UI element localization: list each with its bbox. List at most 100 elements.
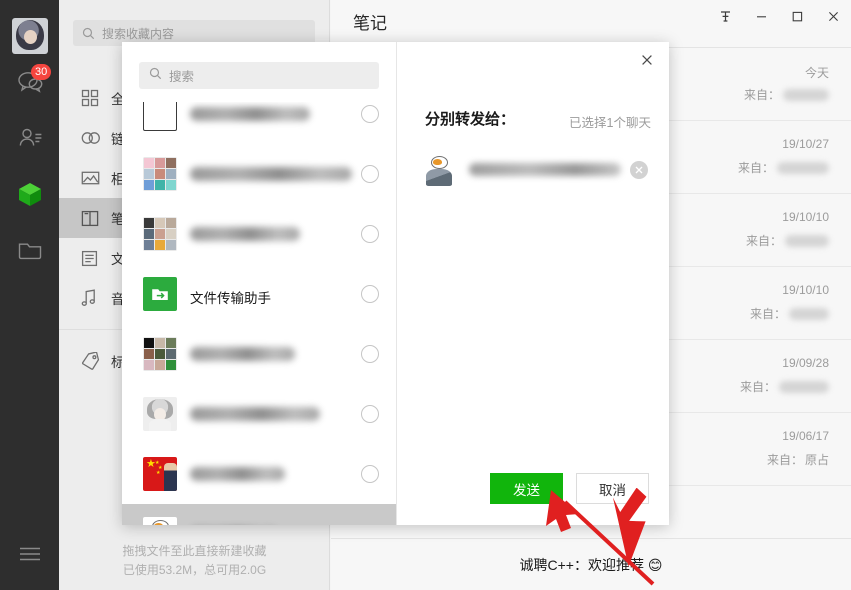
avatar xyxy=(143,217,177,251)
dialog-close-button[interactable] xyxy=(635,48,659,72)
contact-checkbox[interactable] xyxy=(361,345,379,363)
avatar xyxy=(143,217,177,251)
dialog-title: 分别转发给： xyxy=(425,111,516,128)
contact-row[interactable] xyxy=(122,144,396,204)
rail-item-favorites[interactable] xyxy=(0,166,59,222)
dialog-search-placeholder: 搜索 xyxy=(169,70,195,84)
note-source: 来自： xyxy=(740,378,829,395)
dialog-actions: 发送 取消 xyxy=(490,473,649,504)
note-source: 来自： xyxy=(738,159,829,176)
note-date: 19/09/28 xyxy=(782,356,829,370)
note-source: 来自： xyxy=(746,232,829,249)
contact-row[interactable] xyxy=(122,204,396,264)
send-button[interactable]: 发送 xyxy=(490,473,563,504)
selected-count-text: 已选择1个聊天 xyxy=(569,116,651,130)
hamburger-menu-icon xyxy=(19,547,41,566)
contact-checkbox[interactable] xyxy=(361,225,379,243)
note-icon xyxy=(81,210,107,227)
favorites-cube-icon xyxy=(16,180,44,208)
avatar xyxy=(143,337,177,371)
wechat-favorites-window: 30 搜索收藏内容 拖拽文件至此直接新建收藏 已使用53.2M，总可用2.0G … xyxy=(0,0,851,590)
contact-list[interactable]: 文件传输助手 ★ ★ ★ ★ xyxy=(122,102,396,525)
note-source-label: 来自： xyxy=(745,234,782,248)
chat-unread-badge: 30 xyxy=(31,64,52,80)
contact-name xyxy=(190,346,361,362)
note-date: 今天 xyxy=(804,66,829,80)
contact-name-text: 文件传输助手 xyxy=(190,290,271,306)
contact-checkbox[interactable] xyxy=(361,105,379,123)
avatar xyxy=(143,157,177,191)
contact-row[interactable] xyxy=(122,324,396,384)
contact-name xyxy=(190,226,361,242)
selected-chat-chip xyxy=(422,150,648,190)
dialog-search-input[interactable]: 搜索 xyxy=(139,62,379,89)
note-source-name xyxy=(785,234,829,247)
note-source: 来自： xyxy=(750,305,829,322)
contact-picker-panel: 搜索 文件传输助手 ★ ★ ★ ★ xyxy=(122,42,397,525)
selected-chat-name xyxy=(469,163,630,177)
note-source-name xyxy=(789,307,829,320)
avatar-face xyxy=(23,30,37,44)
maximize-icon xyxy=(792,11,802,22)
avatar xyxy=(143,517,177,525)
note-source-label: 来自： xyxy=(749,307,786,321)
contact-checkbox[interactable] xyxy=(361,405,379,423)
note-date: 19/10/10 xyxy=(782,283,829,297)
contact-name-blurred xyxy=(190,166,352,181)
left-rail: 30 xyxy=(0,0,59,590)
image-icon xyxy=(81,170,107,186)
contact-row[interactable]: ★ ★ ★ ★ xyxy=(122,444,396,504)
contact-row[interactable] xyxy=(122,504,396,525)
contact-row[interactable] xyxy=(122,384,396,444)
contact-checkbox[interactable] xyxy=(361,465,379,483)
promo-bar: 诚聘C++：欢迎推荐 😊 xyxy=(331,538,851,590)
search-icon xyxy=(149,67,162,85)
contact-checkbox[interactable] xyxy=(361,165,379,183)
search-icon xyxy=(82,27,95,40)
sidebar-footer: 拖拽文件至此直接新建收藏 已使用53.2M，总可用2.0G xyxy=(59,542,330,590)
note-source-label: 来自： xyxy=(766,453,803,467)
contact-name: 文件传输助手 xyxy=(190,287,361,306)
search-placeholder: 搜索收藏内容 xyxy=(102,26,175,41)
close-button[interactable] xyxy=(815,0,851,33)
note-source-name xyxy=(779,380,829,393)
note-source-label: 来自： xyxy=(739,380,776,394)
contact-name-blurred xyxy=(190,106,310,121)
contact-row[interactable] xyxy=(122,102,396,144)
remove-icon[interactable] xyxy=(630,161,648,179)
contact-name-blurred xyxy=(190,346,295,361)
avatar xyxy=(143,157,177,191)
contact-name xyxy=(190,466,361,482)
drag-hint-text: 拖拽文件至此直接新建收藏 xyxy=(122,544,267,558)
rail-item-contacts[interactable] xyxy=(0,110,59,166)
folder-icon xyxy=(17,239,43,261)
file-icon xyxy=(81,250,107,267)
contact-name-blurred xyxy=(190,406,320,421)
contact-name-blurred xyxy=(190,226,300,241)
note-source-label: 来自： xyxy=(743,88,780,102)
cancel-button[interactable]: 取消 xyxy=(576,473,649,504)
contact-checkbox[interactable] xyxy=(361,285,379,303)
note-source-name xyxy=(783,88,829,101)
avatar[interactable] xyxy=(11,18,48,54)
contact-row[interactable]: 文件传输助手 xyxy=(122,264,396,324)
rail-item-chats[interactable]: 30 xyxy=(0,54,59,110)
forward-dialog: 搜索 文件传输助手 ★ ★ ★ ★ 分别转发给： 已选择1个聊天 发送 取消 xyxy=(122,42,669,525)
note-source-name: 原占 xyxy=(804,453,829,467)
note-source-name xyxy=(777,161,829,174)
minimize-icon xyxy=(756,16,766,18)
minimize-button[interactable] xyxy=(743,0,779,33)
note-date: 19/10/10 xyxy=(782,210,829,224)
avatar xyxy=(143,337,177,371)
rail-item-menu[interactable] xyxy=(0,528,59,584)
contact-name-blurred xyxy=(190,466,285,481)
note-source: 来自： 原占 xyxy=(767,451,829,468)
rail-item-files[interactable] xyxy=(0,222,59,278)
maximize-button[interactable] xyxy=(779,0,815,33)
storage-text: 已使用53.2M，总可用2.0G xyxy=(122,563,267,577)
pin-button[interactable] xyxy=(707,0,743,33)
music-icon xyxy=(81,289,107,307)
note-source: 来自： xyxy=(744,86,829,103)
selection-panel: 分别转发给： 已选择1个聊天 发送 取消 xyxy=(397,42,669,525)
avatar xyxy=(143,397,177,431)
